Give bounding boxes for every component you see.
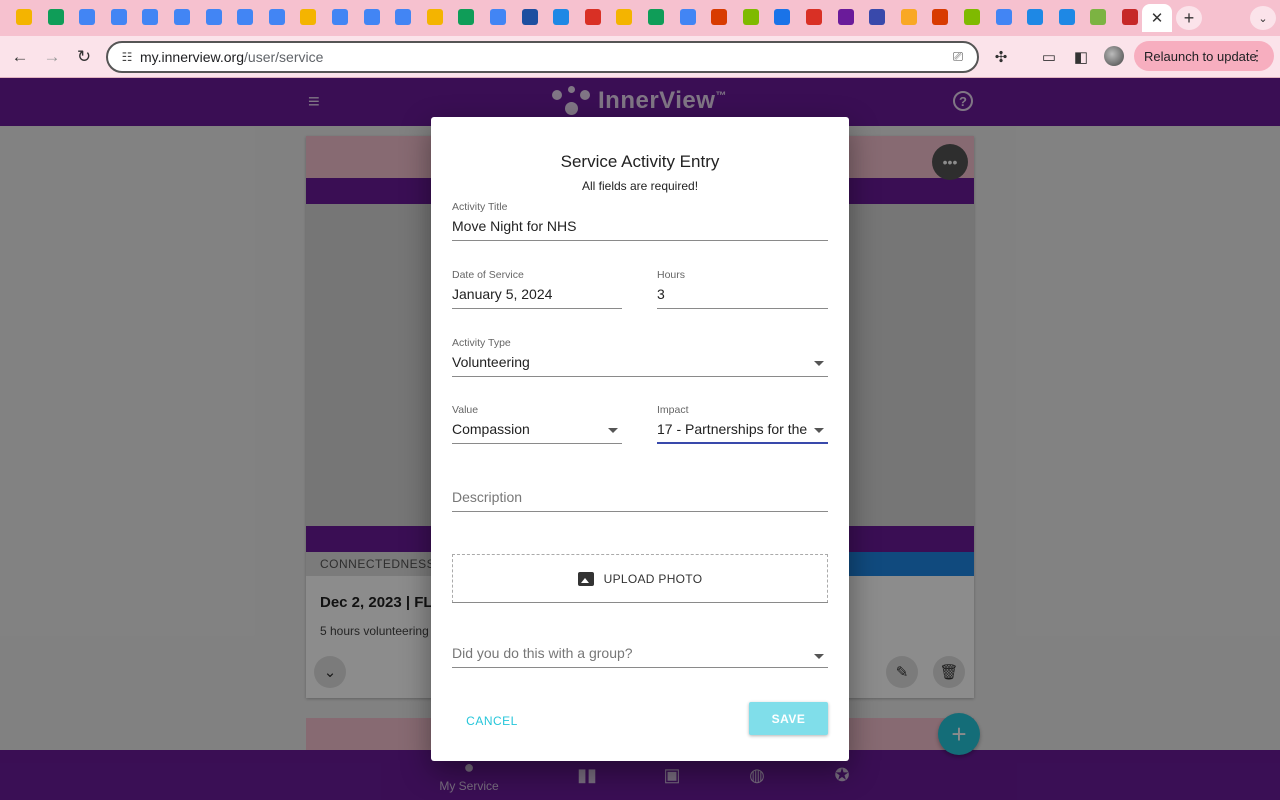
date-of-service-input[interactable]: January 5, 2024 [452, 286, 622, 302]
hours-input[interactable]: 3 [657, 286, 828, 302]
dialog-title: Service Activity Entry [560, 152, 720, 171]
docs-icon[interactable] [363, 9, 380, 25]
value-select[interactable]: Value Compassion [452, 404, 622, 444]
app-icon[interactable] [869, 9, 886, 25]
drive-icon[interactable] [458, 9, 475, 25]
date-of-service-field[interactable]: Date of Service January 5, 2024 [452, 269, 622, 309]
app-icon[interactable] [1090, 9, 1107, 25]
cast-icon[interactable]: ▭ [1038, 46, 1060, 68]
site-settings-icon[interactable]: ☷ [118, 48, 136, 66]
install-app-icon[interactable]: ⎚ [949, 48, 967, 66]
url-text[interactable]: my.innerview.org/user/service [140, 49, 323, 65]
google-icon[interactable] [995, 9, 1012, 25]
app-icon[interactable] [1027, 9, 1044, 25]
dropdown-arrow-icon [814, 361, 824, 366]
drive-icon[interactable] [47, 9, 64, 25]
slides-icon[interactable] [426, 9, 443, 25]
extensions-icon[interactable]: ✣ [990, 46, 1012, 68]
save-button[interactable]: SAVE [749, 702, 828, 735]
drive-icon[interactable] [648, 9, 664, 25]
impact-select[interactable]: Impact 17 - Partnerships for the [657, 404, 828, 444]
app-icon[interactable] [1122, 9, 1138, 25]
docs-icon[interactable] [268, 9, 285, 25]
upload-photo-button[interactable]: UPLOAD PHOTO [452, 554, 828, 603]
app-icon[interactable] [837, 9, 854, 25]
microsoft-icon[interactable] [964, 9, 980, 25]
activity-type-select[interactable]: Activity Type Volunteering [452, 337, 828, 377]
drive-icon[interactable] [16, 9, 32, 25]
slides-icon[interactable] [616, 9, 633, 25]
relaunch-button[interactable]: Relaunch to update ⋮ [1134, 41, 1274, 71]
new-tab-button[interactable]: + [1176, 6, 1202, 30]
hours-field[interactable]: Hours 3 [657, 269, 828, 309]
docs-icon[interactable] [205, 9, 222, 25]
description-field[interactable]: Description [452, 489, 828, 512]
app-icon[interactable] [774, 9, 791, 25]
back-icon[interactable]: ← [8, 45, 32, 69]
forward-icon[interactable]: → [40, 45, 64, 69]
browser-tab-strip: ✕ + ⌄ [0, 0, 1280, 36]
cancel-button[interactable]: CANCEL [452, 705, 532, 737]
gmail-icon[interactable] [584, 9, 601, 25]
docs-icon[interactable] [174, 9, 190, 25]
activity-title-input[interactable]: Move Night for NHS [452, 218, 828, 234]
browser-menu-icon[interactable]: ⋮ [1250, 47, 1264, 64]
microsoft-icon[interactable] [742, 9, 759, 25]
profile-avatar[interactable] [1104, 46, 1124, 66]
docs-icon[interactable] [332, 9, 348, 25]
address-bar[interactable]: ☷ my.innerview.org/user/service ⎚ [106, 41, 979, 73]
docs-icon[interactable] [490, 9, 506, 25]
docs-icon[interactable] [237, 9, 254, 25]
app-icon[interactable] [553, 9, 570, 25]
docs-icon[interactable] [395, 9, 412, 25]
gmail-icon[interactable] [806, 9, 822, 25]
service-activity-dialog: Service Activity Entry All fields are re… [431, 117, 849, 761]
close-tab-icon[interactable]: ✕ [1151, 9, 1164, 27]
dropdown-arrow-icon [814, 428, 824, 433]
docs-icon[interactable] [110, 9, 127, 25]
slides-icon[interactable] [300, 9, 317, 25]
office-icon[interactable] [711, 9, 728, 25]
description-input[interactable]: Description [452, 489, 828, 505]
browser-toolbar: ← → ↻ ☷ my.innerview.org/user/service ⎚ … [0, 36, 1280, 78]
dropdown-arrow-icon [608, 428, 618, 433]
reload-icon[interactable]: ↻ [72, 45, 96, 69]
tab-search-button[interactable]: ⌄ [1250, 6, 1276, 30]
app-icon[interactable] [1058, 9, 1075, 25]
dialog-subtitle: All fields are required! [581, 179, 699, 193]
office-icon[interactable] [932, 9, 949, 25]
activity-title-field[interactable]: Activity Title Move Night for NHS [452, 201, 828, 241]
docs-icon[interactable] [679, 9, 696, 25]
side-panel-icon[interactable]: ◧ [1070, 46, 1092, 68]
group-select[interactable]: Did you do this with a group? [452, 645, 828, 668]
app-icon[interactable] [521, 9, 538, 25]
app-icon[interactable] [900, 9, 917, 25]
active-tab[interactable]: ✕ [1142, 4, 1172, 32]
docs-icon[interactable] [142, 9, 159, 25]
docs-icon[interactable] [79, 9, 96, 25]
image-icon [577, 571, 594, 586]
dropdown-arrow-icon [814, 654, 824, 659]
